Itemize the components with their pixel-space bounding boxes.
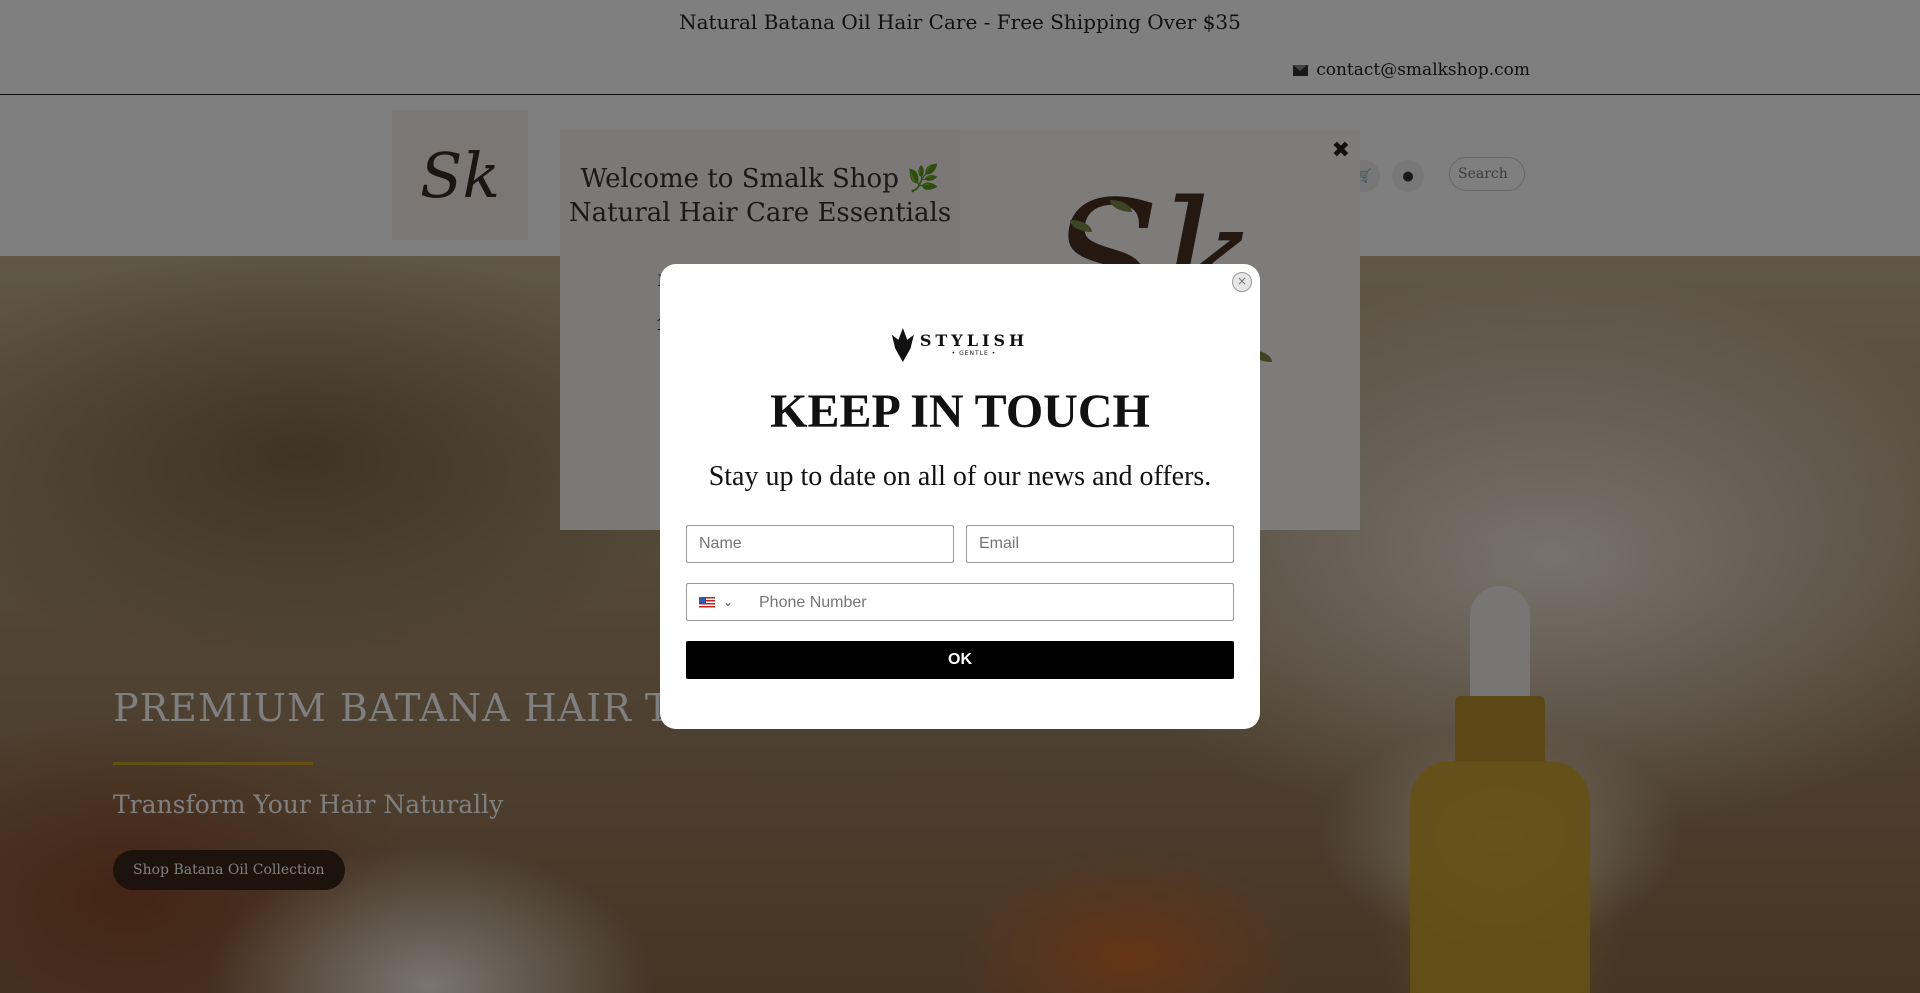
modal-title: KEEP IN TOUCH xyxy=(770,385,1150,438)
phone-field: ⌄ xyxy=(686,583,1234,622)
signup-modal: × STYLISH • GENTLE • KEEP IN TOUCH Stay … xyxy=(660,264,1260,729)
brand-logo: STYLISH • GENTLE • xyxy=(660,328,1260,362)
phone-input[interactable] xyxy=(757,584,1231,622)
name-field[interactable] xyxy=(686,525,954,563)
modal-subtitle: Stay up to date on all of our news and o… xyxy=(708,461,1212,492)
modal-close-button[interactable]: × xyxy=(1232,272,1252,292)
ok-button[interactable]: OK xyxy=(686,641,1234,679)
deer-logo-icon xyxy=(891,328,914,362)
email-field[interactable] xyxy=(966,525,1234,563)
brand-tagline: • GENTLE • xyxy=(951,350,997,357)
us-flag-icon[interactable] xyxy=(699,597,715,608)
brand-name: STYLISH xyxy=(919,331,1029,350)
chevron-down-icon[interactable]: ⌄ xyxy=(723,595,733,609)
